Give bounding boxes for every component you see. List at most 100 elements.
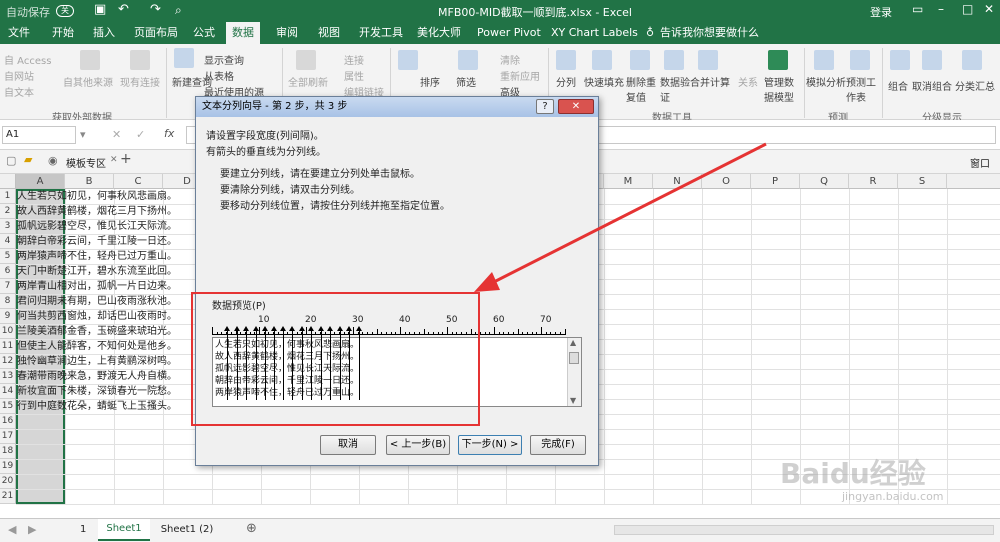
cell-a10[interactable]: 兰陵美酒郁金香，玉碗盛来琥珀光。 [17, 324, 195, 339]
from-access-button[interactable]: 自 Access [4, 52, 51, 67]
ribbon-display-icon[interactable]: ▭ [912, 2, 923, 16]
show-queries-button[interactable]: 显示查询 [204, 52, 244, 67]
col-header-s[interactable]: S [898, 174, 947, 189]
ungroup-button[interactable]: 取消组合 [912, 78, 952, 93]
tell-me-search[interactable]: 告诉我你想要做什么 [660, 22, 759, 44]
preview-scroll-thumb[interactable] [569, 352, 579, 364]
reapply-button[interactable]: 重新应用 [500, 68, 540, 83]
scroll-down-icon[interactable]: ▼ [570, 396, 576, 405]
col-header-c[interactable]: C [114, 174, 163, 189]
remove-duplicates-button[interactable]: 删除重复值 [626, 74, 656, 104]
col-header-a[interactable]: A [16, 174, 65, 189]
cell-a12[interactable]: 独怜幽草涧边生，上有黄鹂深树鸣。 [17, 354, 195, 369]
cancel-button[interactable]: 取消 [320, 435, 376, 455]
cell-a4[interactable]: 朝辞白帝彩云间，千里江陵一日还。 [17, 234, 195, 249]
document-icon[interactable]: ▢ [6, 154, 16, 167]
sort-button[interactable]: 排序 [420, 74, 440, 89]
sheet-count[interactable]: 1 [80, 524, 86, 535]
tab-beautify[interactable]: 美化大师 [417, 22, 461, 44]
scroll-left-icon[interactable]: ◀ [8, 523, 16, 536]
tab-power-pivot[interactable]: Power Pivot [477, 22, 541, 44]
select-all-corner[interactable] [0, 174, 16, 189]
template-tab[interactable]: 模板专区 [66, 155, 106, 170]
tab-developer[interactable]: 开发工具 [359, 22, 403, 44]
data-validation-button[interactable]: 数据验证 [660, 74, 690, 104]
confirm-entry-icon[interactable]: ✓ [136, 128, 145, 141]
cancel-entry-icon[interactable]: ✕ [112, 128, 121, 141]
col-header-q[interactable]: Q [800, 174, 849, 189]
cell-a3[interactable]: 孤帆远影碧空尽，惟见长江天际流。 [17, 219, 195, 234]
tab-review[interactable]: 审阅 [276, 22, 298, 44]
autosave-label[interactable]: 自动保存 [6, 4, 50, 20]
cell-a9[interactable]: 何当共剪西窗烛，却话巴山夜雨时。 [17, 309, 195, 324]
filter-button[interactable]: 筛选 [456, 74, 476, 89]
add-sheet-icon[interactable]: ⊕ [246, 521, 257, 536]
next-button[interactable]: 下一步(N) > [458, 435, 522, 455]
consolidate-button[interactable]: 合并计算 [690, 74, 730, 89]
col-header-blank[interactable] [947, 174, 1000, 189]
existing-connections-button[interactable]: 现有连接 [120, 74, 160, 89]
undo-icon[interactable]: ↶ [118, 2, 129, 17]
tab-view[interactable]: 视图 [318, 22, 340, 44]
print-preview-icon[interactable]: ⌕ [175, 3, 182, 18]
close-tab-icon[interactable]: ✕ [110, 155, 118, 165]
scroll-up-icon[interactable]: ▲ [570, 338, 576, 347]
finish-button[interactable]: 完成(F) [530, 435, 586, 455]
clear-button[interactable]: 清除 [500, 52, 520, 67]
tab-xy-chart-labels[interactable]: XY Chart Labels [551, 22, 638, 44]
scroll-right-icon[interactable]: ▶ [28, 523, 36, 536]
from-text-button[interactable]: 自文本 [4, 84, 34, 99]
name-box[interactable]: A1 [2, 126, 76, 144]
cell-a7[interactable]: 两岸青山相对出，孤帆一片日边来。 [17, 279, 195, 294]
dialog-close-button[interactable]: ✕ [558, 99, 594, 114]
what-if-analysis-button[interactable]: 模拟分析 [806, 74, 846, 89]
close-icon[interactable]: ✕ [984, 2, 994, 16]
properties-button[interactable]: 属性 [344, 68, 364, 83]
other-sources-button[interactable]: 自其他来源 [63, 74, 113, 89]
window-menu[interactable]: 窗口 [970, 155, 990, 170]
minimize-icon[interactable]: – [938, 2, 944, 16]
manage-data-model-button[interactable]: 管理数据模型 [764, 74, 798, 104]
connections-button[interactable]: 连接 [344, 52, 364, 67]
add-tab-icon[interactable]: + [120, 151, 132, 167]
col-header-r[interactable]: R [849, 174, 898, 189]
sheet-tab[interactable]: Sheet1 (2) [156, 519, 218, 541]
insert-function-icon[interactable]: fx [164, 127, 174, 140]
group-button[interactable]: 组合 [888, 78, 908, 93]
cell-a5[interactable]: 两岸猿声啼不住，轻舟已过万重山。 [17, 249, 195, 264]
text-to-columns-button[interactable]: 分列 [556, 74, 576, 89]
tab-data[interactable]: 数据 [226, 22, 260, 44]
maximize-icon[interactable]: □ [962, 2, 973, 16]
help-button[interactable]: ? [536, 99, 554, 114]
col-header-b[interactable]: B [65, 174, 114, 189]
relationships-button[interactable]: 关系 [738, 74, 758, 89]
cell-a1[interactable]: 人生若只如初见，何事秋风悲画扇。 [17, 189, 195, 204]
subtotal-button[interactable]: 分类汇总 [955, 78, 995, 93]
login-link[interactable]: 登录 [870, 4, 892, 20]
from-table-button[interactable]: 从表格 [204, 68, 234, 83]
cell-a11[interactable]: 但使主人能醉客，不知何处是他乡。 [17, 339, 195, 354]
cell-a8[interactable]: 君问归期未有期，巴山夜雨涨秋池。 [17, 294, 195, 309]
tab-home[interactable]: 开始 [52, 22, 74, 44]
tab-page-layout[interactable]: 页面布局 [134, 22, 178, 44]
cell-a2[interactable]: 故人西辞黄鹤楼，烟花三月下扬州。 [17, 204, 195, 219]
tab-formulas[interactable]: 公式 [193, 22, 215, 44]
from-web-button[interactable]: 自网站 [4, 68, 34, 83]
cell-a6[interactable]: 天门中断楚江开，碧水东流至此回。 [17, 264, 195, 279]
cell-a14[interactable]: 新妆宜面下朱楼，深锁春光一院愁。 [17, 384, 195, 399]
autosave-toggle[interactable]: 关 [56, 5, 74, 17]
cell-a15[interactable]: 行到中庭数花朵，蜻蜓飞上玉搔头。 [17, 399, 195, 414]
name-box-dropdown-icon[interactable]: ▾ [80, 128, 86, 141]
folder-icon[interactable]: ▰ [24, 153, 32, 166]
sheet-tab-active[interactable]: Sheet1 [98, 519, 150, 541]
redo-icon[interactable]: ↷ [150, 2, 161, 17]
horizontal-scrollbar[interactable] [614, 525, 994, 535]
save-icon[interactable]: ▣ [94, 2, 106, 17]
tab-insert[interactable]: 插入 [93, 22, 115, 44]
forecast-sheet-button[interactable]: 预测工作表 [846, 74, 876, 104]
back-button[interactable]: < 上一步(B) [386, 435, 450, 455]
flash-fill-button[interactable]: 快速填充 [584, 74, 624, 89]
cell-a13[interactable]: 春潮带雨晚来急，野渡无人舟自横。 [17, 369, 195, 384]
refresh-all-button[interactable]: 全部刷新 [288, 74, 328, 89]
tab-file[interactable]: 文件 [8, 22, 30, 44]
